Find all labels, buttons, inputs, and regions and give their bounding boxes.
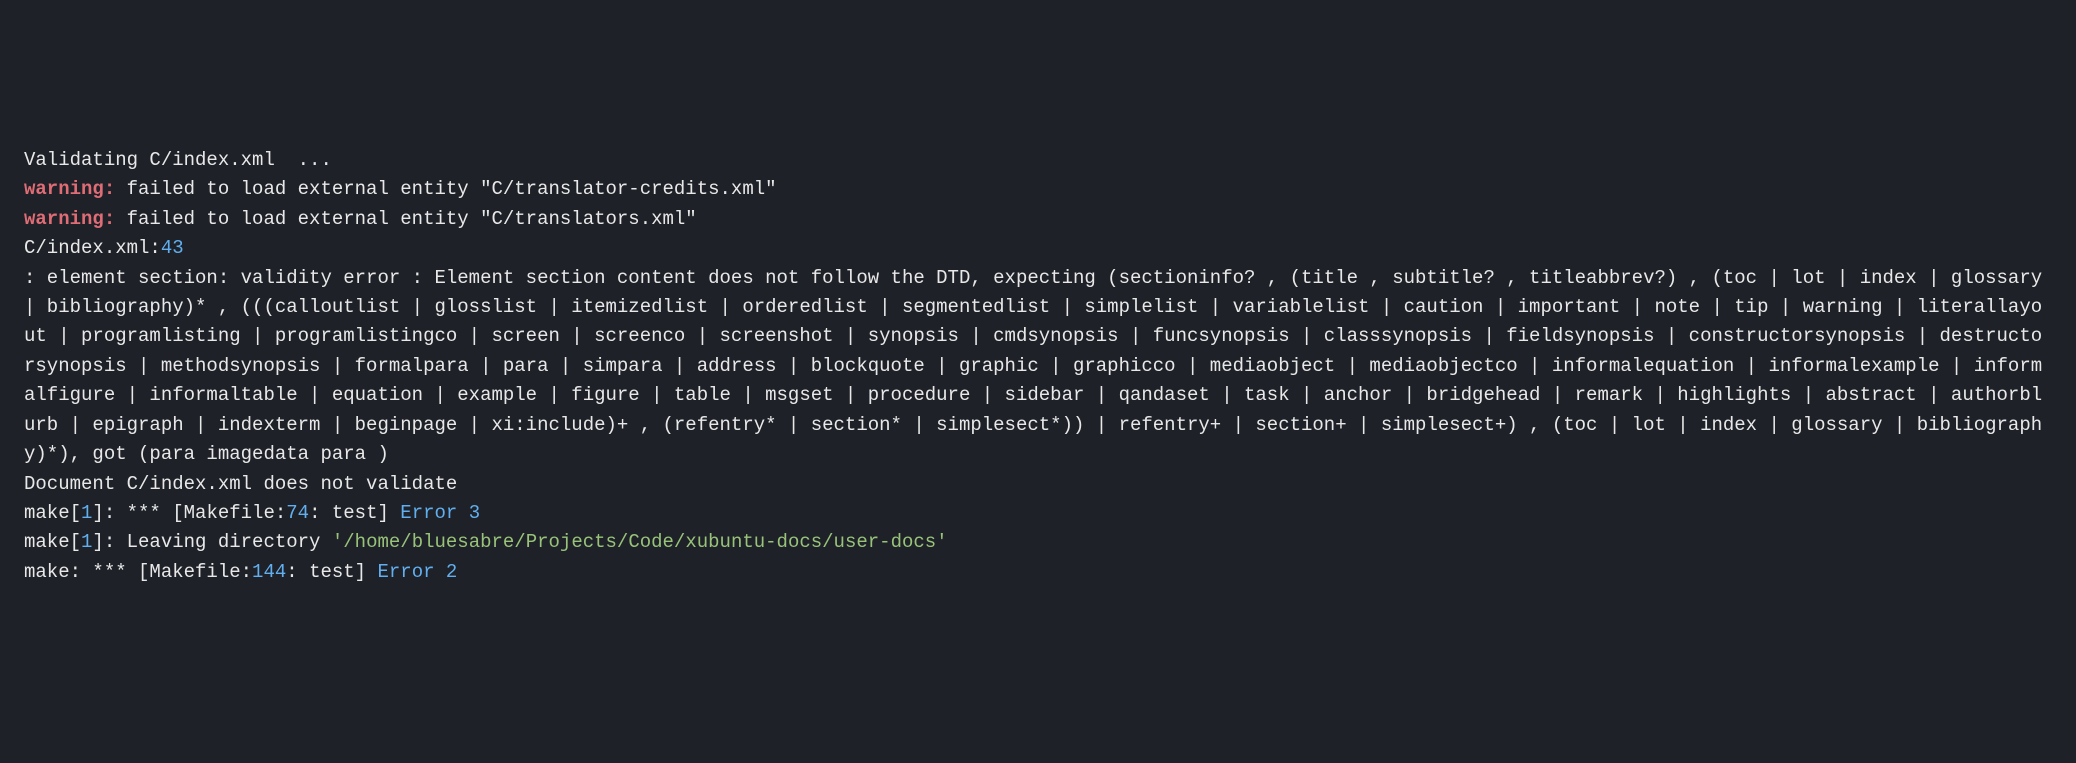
make-level: 1 (81, 531, 92, 553)
validate-fail-text: Document C/index.xml does not validate (24, 473, 457, 495)
terminal-line: Document C/index.xml does not validate (24, 470, 2052, 499)
file-ref: C/index.xml: (24, 237, 161, 259)
make-text: make: *** [Makefile: (24, 561, 252, 583)
make-level: 1 (81, 502, 92, 524)
terminal-line: make[1]: *** [Makefile:74: test] Error 3 (24, 499, 2052, 528)
make-text: ]: *** [Makefile: (92, 502, 286, 524)
terminal-line: : element section: validity error : Elem… (24, 264, 2052, 470)
directory-path: '/home/bluesabre/Projects/Code/xubuntu-d… (332, 531, 948, 553)
error-text: Error 2 (377, 561, 457, 583)
make-text: ]: Leaving directory (92, 531, 331, 553)
terminal-line: warning: failed to load external entity … (24, 175, 2052, 204)
makefile-line: 74 (286, 502, 309, 524)
validity-error-text: : element section: validity error : Elem… (24, 267, 2054, 466)
line-number: 43 (161, 237, 184, 259)
terminal-line: Validating C/index.xml ... (24, 146, 2052, 175)
make-text: : test] (309, 502, 400, 524)
terminal-line: make: *** [Makefile:144: test] Error 2 (24, 558, 2052, 587)
validating-text: Validating C/index.xml ... (24, 149, 332, 171)
make-text: make[ (24, 502, 81, 524)
warning-label: warning: (24, 208, 115, 230)
error-text: Error 3 (400, 502, 480, 524)
warning-label: warning: (24, 178, 115, 200)
terminal-line: C/index.xml:43 (24, 234, 2052, 263)
makefile-line: 144 (252, 561, 286, 583)
warning-message: failed to load external entity "C/transl… (115, 178, 776, 200)
make-text: : test] (286, 561, 377, 583)
warning-message: failed to load external entity "C/transl… (115, 208, 697, 230)
terminal-line: make[1]: Leaving directory '/home/bluesa… (24, 528, 2052, 557)
make-text: make[ (24, 531, 81, 553)
terminal-line: warning: failed to load external entity … (24, 205, 2052, 234)
